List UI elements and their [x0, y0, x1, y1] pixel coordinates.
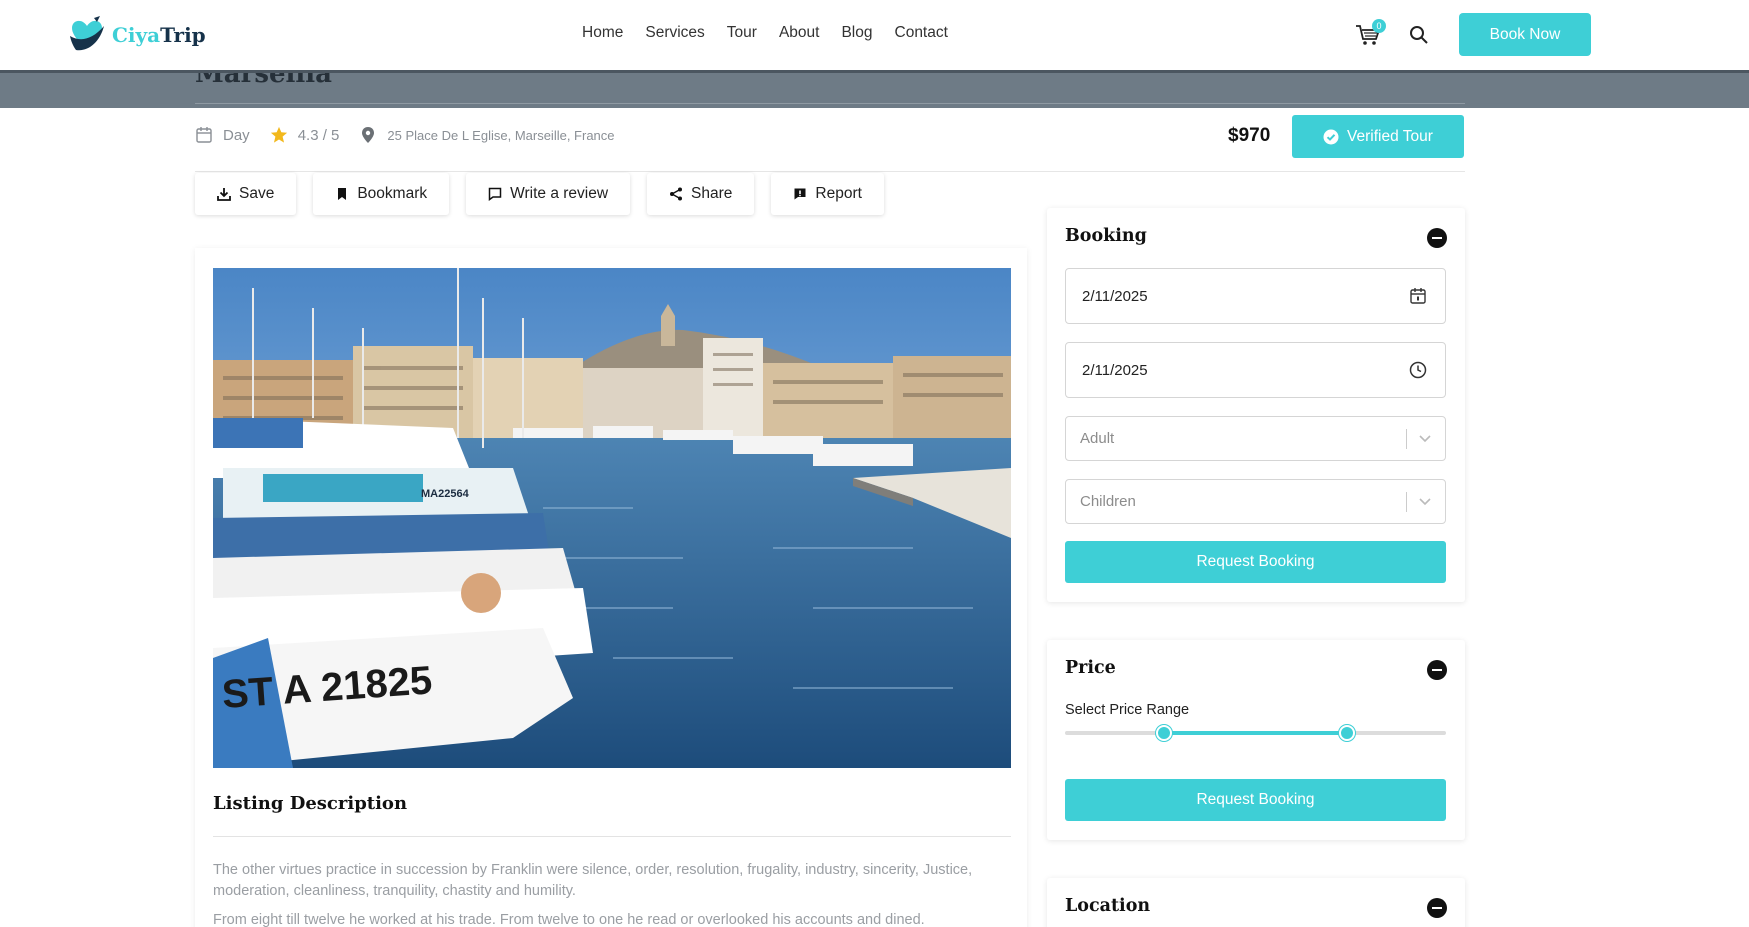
bookmark-label: Bookmark	[357, 185, 428, 202]
listing-description-heading: Listing Description	[213, 793, 408, 814]
location-card: Location	[1047, 878, 1465, 927]
hero-divider	[195, 103, 1465, 104]
duration-text: Day	[223, 126, 250, 144]
nav-about[interactable]: About	[779, 24, 820, 42]
tour-price: $970	[1228, 125, 1271, 146]
nav-blog[interactable]: Blog	[841, 24, 872, 42]
marseille-harbor-photo[interactable]: MA22564 ST A 21825	[213, 268, 1011, 768]
price-range-fill	[1164, 731, 1347, 735]
collapse-booking-icon[interactable]	[1427, 228, 1447, 248]
booking-time-value: 2/11/2025	[1082, 361, 1148, 379]
address-text: 25 Place De L Eglise, Marseille, France	[387, 127, 615, 143]
select-separator	[1406, 429, 1407, 449]
booking-time-field[interactable]: 2/11/2025	[1065, 342, 1446, 398]
nav-home[interactable]: Home	[582, 24, 623, 42]
share-label: Share	[691, 185, 733, 202]
meta-divider	[195, 171, 1465, 172]
download-icon	[217, 188, 231, 201]
chevron-down-icon[interactable]	[1418, 431, 1432, 445]
nav-contact[interactable]: Contact	[895, 24, 948, 42]
verified-tour-badge[interactable]: Verified Tour	[1292, 115, 1464, 158]
save-button[interactable]: Save	[195, 173, 297, 215]
adult-placeholder: Adult	[1080, 430, 1115, 447]
listing-description: The other virtues practice in succession…	[213, 860, 1013, 927]
tour-meta: Day 4.3 / 5 25 Place De L Eglise, Marsei…	[195, 126, 635, 144]
clock-icon[interactable]	[1409, 361, 1427, 379]
collapse-location-icon[interactable]	[1427, 898, 1447, 918]
report-icon	[794, 188, 806, 200]
cart-count-badge: 0	[1372, 19, 1386, 33]
check-circle-icon	[1323, 129, 1339, 144]
hero-banner-strip: Marseilla	[0, 70, 1749, 108]
price-title: Price	[1065, 658, 1116, 678]
request-booking-button[interactable]: Request Booking	[1065, 541, 1446, 583]
price-max-handle[interactable]	[1338, 725, 1355, 741]
price-min-handle[interactable]	[1156, 725, 1173, 741]
search-icon[interactable]	[1409, 25, 1429, 45]
price-range-slider[interactable]	[1065, 725, 1446, 741]
rating-text: 4.3 / 5	[297, 126, 340, 144]
booking-card: Booking 2/11/2025 2/11/2025 Adult Childr…	[1047, 208, 1465, 602]
book-now-button[interactable]: Book Now	[1459, 13, 1591, 56]
listing-card: MA22564 ST A 21825 Listing Description T…	[195, 248, 1027, 927]
save-label: Save	[239, 185, 275, 202]
report-label: Report	[815, 185, 862, 202]
nav-tour[interactable]: Tour	[727, 24, 757, 42]
share-button[interactable]: Share	[647, 173, 755, 215]
bookmark-button[interactable]: Bookmark	[313, 173, 450, 215]
booking-date-field[interactable]: 2/11/2025	[1065, 268, 1446, 324]
bookmark-icon	[338, 188, 347, 200]
hero-title-fragment: Marseilla	[195, 70, 332, 89]
address-group: 25 Place De L Eglise, Marseille, France	[359, 126, 615, 144]
booking-title: Booking	[1065, 226, 1147, 246]
listing-divider	[213, 836, 1011, 837]
action-bar: Save Bookmark Write a review Share Repor…	[195, 173, 884, 215]
nav-services[interactable]: Services	[645, 24, 704, 42]
duration-group: Day	[195, 126, 250, 144]
boat-number-small: MA22564	[421, 488, 470, 500]
price-request-booking-button[interactable]: Request Booking	[1065, 779, 1446, 821]
description-paragraph: The other virtues practice in succession…	[213, 862, 973, 899]
rating-group: 4.3 / 5	[270, 126, 340, 144]
logo-text: CiyaTrip	[112, 23, 206, 47]
site-header: CiyaTrip Home Services Tour About Blog C…	[0, 0, 1749, 70]
calendar-icon	[196, 127, 212, 143]
main-nav: Home Services Tour About Blog Contact	[582, 24, 948, 42]
write-review-button[interactable]: Write a review	[466, 173, 631, 215]
location-title: Location	[1065, 896, 1151, 916]
collapse-price-icon[interactable]	[1427, 660, 1447, 680]
select-separator	[1406, 492, 1407, 512]
children-placeholder: Children	[1080, 493, 1136, 510]
comment-icon	[488, 187, 502, 201]
adult-select[interactable]: Adult	[1065, 416, 1446, 461]
write-review-label: Write a review	[510, 185, 609, 202]
price-range-label: Select Price Range	[1065, 702, 1190, 718]
location-pin-icon	[362, 127, 375, 143]
booking-date-value: 2/11/2025	[1082, 287, 1148, 305]
description-paragraph: From eight till twelve he worked at his …	[213, 912, 925, 927]
share-icon	[670, 187, 683, 201]
price-card: Price Select Price Range Request Booking	[1047, 640, 1465, 840]
verified-label: Verified Tour	[1347, 127, 1433, 145]
logo[interactable]: CiyaTrip	[66, 14, 206, 56]
children-select[interactable]: Children	[1065, 479, 1446, 524]
report-button[interactable]: Report	[771, 173, 884, 215]
logo-heart-icon	[70, 16, 104, 51]
calendar-icon[interactable]	[1409, 287, 1427, 305]
chevron-down-icon[interactable]	[1418, 494, 1432, 508]
star-icon	[270, 126, 287, 143]
